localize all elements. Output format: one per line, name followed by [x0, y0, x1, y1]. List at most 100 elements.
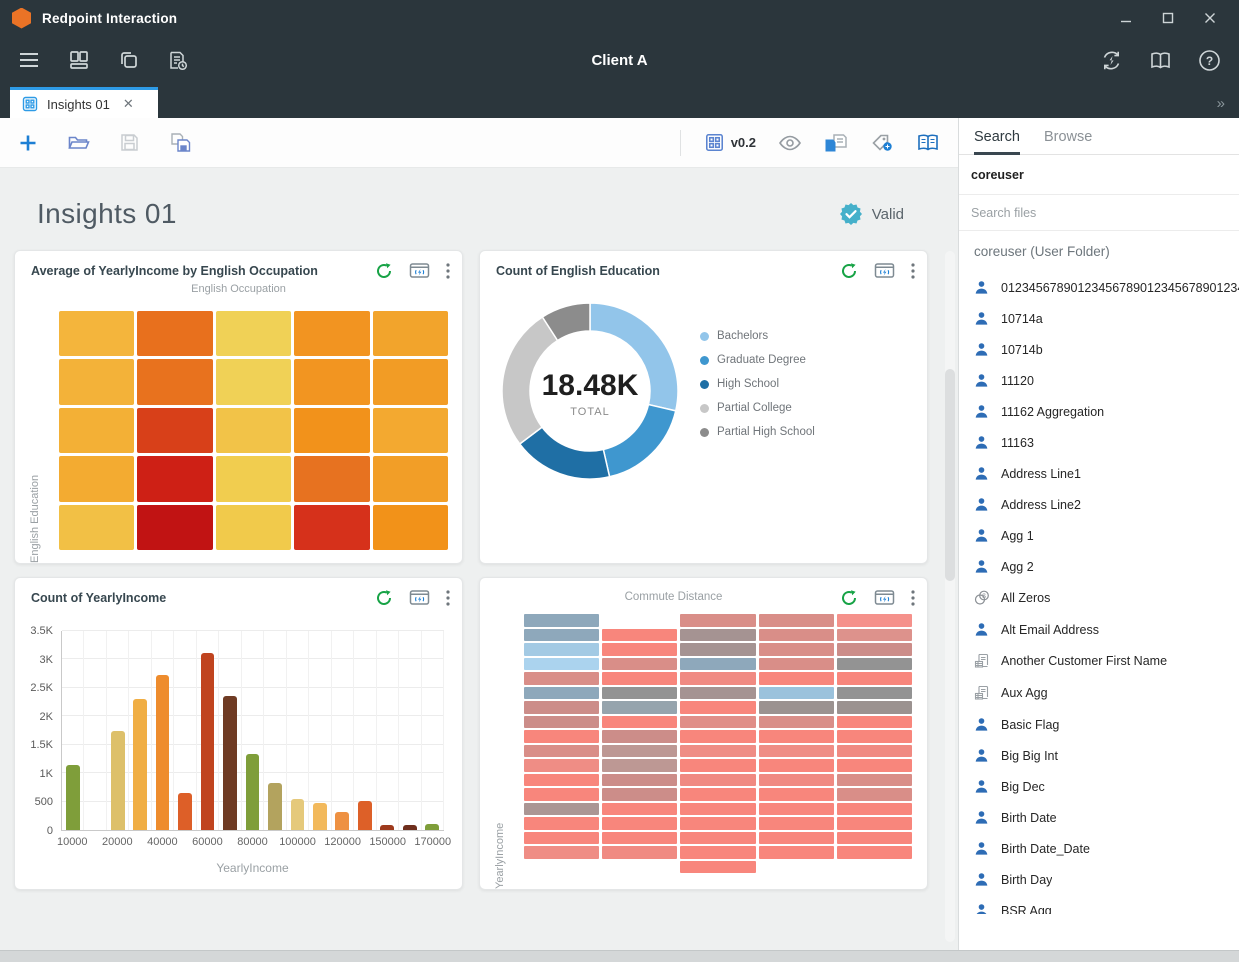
kebab-menu-icon[interactable] [446, 263, 450, 279]
list-item[interactable]: Another Customer First Name [959, 645, 1239, 677]
heatmap-cell[interactable] [216, 408, 291, 453]
list-item[interactable]: Address Line2 [959, 489, 1239, 520]
window-refresh-icon[interactable] [409, 589, 430, 607]
scrollbar-thumb[interactable] [945, 369, 955, 581]
heatmap-cell[interactable] [137, 311, 212, 356]
heatmap-cell[interactable] [294, 359, 369, 404]
matrix-cell[interactable] [602, 759, 677, 772]
kebab-menu-icon[interactable] [446, 590, 450, 606]
legend-item[interactable]: Partial High School [700, 426, 815, 438]
matrix-cell[interactable] [837, 643, 912, 656]
matrix-cell[interactable] [524, 803, 599, 816]
matrix-cell[interactable] [837, 658, 912, 671]
matrix-cell[interactable] [680, 672, 755, 685]
heatmap-cell[interactable] [216, 456, 291, 501]
open-book-icon[interactable] [916, 133, 940, 152]
matrix-cell[interactable] [759, 687, 834, 700]
save-icon[interactable] [120, 133, 139, 152]
matrix-cell[interactable] [602, 817, 677, 830]
bar[interactable] [201, 653, 215, 830]
content-scrollbar[interactable] [945, 251, 955, 942]
matrix-cell[interactable] [837, 629, 912, 642]
bar[interactable] [133, 699, 147, 830]
matrix-cell[interactable] [524, 774, 599, 787]
matrix-cell[interactable] [602, 745, 677, 758]
open-folder-icon[interactable] [68, 134, 90, 152]
tab-insights-01[interactable]: Insights 01 ✕ [10, 87, 158, 118]
heatmap-cell[interactable] [137, 408, 212, 453]
matrix-cell[interactable] [602, 629, 677, 642]
list-item[interactable]: 10714b [959, 334, 1239, 365]
heatmap-cell[interactable] [59, 456, 134, 501]
window-refresh-icon[interactable] [874, 589, 895, 607]
bar[interactable] [291, 799, 305, 830]
legend-item[interactable]: Partial College [700, 402, 815, 414]
heatmap-cell[interactable] [59, 408, 134, 453]
matrix-cell[interactable] [759, 629, 834, 642]
heatmap-cell[interactable] [137, 505, 212, 550]
matrix-cell[interactable] [837, 788, 912, 801]
save-copy-icon[interactable] [169, 132, 192, 153]
matrix-cell[interactable] [602, 730, 677, 743]
matrix-cell[interactable] [524, 846, 599, 859]
matrix-cell[interactable] [837, 832, 912, 845]
bar[interactable] [380, 825, 394, 830]
heatmap-cell[interactable] [59, 311, 134, 356]
matrix-cell[interactable] [759, 759, 834, 772]
heatmap-cell[interactable] [294, 505, 369, 550]
matrix-cell[interactable] [680, 788, 755, 801]
matrix-cell[interactable] [680, 759, 755, 772]
bar[interactable] [156, 675, 170, 830]
preview-eye-icon[interactable] [778, 135, 802, 151]
query-row[interactable]: coreuser [959, 155, 1239, 195]
matrix-cell[interactable] [680, 687, 755, 700]
matrix-cell[interactable] [524, 759, 599, 772]
list-item[interactable]: Big Dec [959, 771, 1239, 802]
matrix-cell[interactable] [759, 745, 834, 758]
heatmap-cell[interactable] [216, 311, 291, 356]
matrix-cell[interactable] [602, 788, 677, 801]
bar[interactable] [425, 824, 439, 830]
layout-panels-icon[interactable] [68, 50, 90, 70]
matrix-cell[interactable] [602, 687, 677, 700]
list-item[interactable]: Birth Date [959, 802, 1239, 833]
minimize-icon[interactable] [1109, 5, 1143, 31]
refresh-icon[interactable] [840, 589, 858, 607]
matrix-cell[interactable] [602, 803, 677, 816]
heatmap-cell[interactable] [294, 456, 369, 501]
matrix-cell[interactable] [680, 846, 755, 859]
matrix-cell[interactable] [524, 817, 599, 830]
matrix-cell[interactable] [837, 730, 912, 743]
kebab-menu-icon[interactable] [911, 590, 915, 606]
bar[interactable] [358, 801, 372, 830]
list-item[interactable]: Aux Agg [959, 677, 1239, 709]
matrix-cell[interactable] [759, 832, 834, 845]
matrix-cell[interactable] [759, 643, 834, 656]
heatmap-cell[interactable] [137, 359, 212, 404]
matrix-cell[interactable] [837, 817, 912, 830]
matrix-cell[interactable] [602, 846, 677, 859]
folder-document-icon[interactable] [824, 132, 849, 154]
bar[interactable] [223, 696, 237, 830]
refresh-icon[interactable] [375, 262, 393, 280]
matrix-cell[interactable] [524, 716, 599, 729]
matrix-cell[interactable] [602, 774, 677, 787]
tab-close-icon[interactable]: ✕ [123, 96, 134, 112]
folder-section-header[interactable]: coreuser (User Folder) [959, 231, 1239, 270]
list-item[interactable]: Basic Flag [959, 709, 1239, 740]
matrix-cell[interactable] [680, 701, 755, 714]
list-item[interactable]: $All Zeros [959, 582, 1239, 614]
matrix-cell[interactable] [680, 861, 755, 874]
bar[interactable] [246, 754, 260, 830]
matrix-cell[interactable] [680, 716, 755, 729]
donut-slice[interactable] [603, 405, 675, 477]
matrix-cell[interactable] [602, 716, 677, 729]
bar[interactable] [268, 783, 282, 830]
heatmap-cell[interactable] [216, 505, 291, 550]
heatmap-cell[interactable] [216, 359, 291, 404]
matrix-cell[interactable] [759, 614, 834, 627]
matrix-cell[interactable] [602, 672, 677, 685]
matrix-cell[interactable] [680, 629, 755, 642]
add-icon[interactable] [18, 133, 38, 153]
heatmap-cell[interactable] [137, 456, 212, 501]
